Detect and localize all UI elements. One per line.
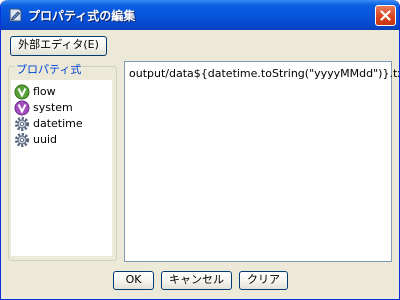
app-icon xyxy=(9,8,22,22)
properties-group-title: プロパティ式 xyxy=(15,63,83,76)
purple-v-icon xyxy=(14,100,30,116)
list-item-label: system xyxy=(33,101,73,114)
cancel-button[interactable]: キャンセル xyxy=(161,271,232,290)
clear-button[interactable]: クリア xyxy=(239,271,288,290)
gear-icon xyxy=(14,132,30,148)
close-icon xyxy=(380,10,391,21)
gear-icon xyxy=(14,116,30,132)
window-title: プロパティ式の編集 xyxy=(28,9,136,23)
list-item-label: datetime xyxy=(33,117,83,130)
title-bar[interactable]: プロパティ式の編集 xyxy=(1,0,399,30)
list-item-label: uuid xyxy=(33,133,57,146)
list-item-label: flow xyxy=(33,85,56,98)
green-v-icon xyxy=(14,84,30,100)
external-editor-button[interactable]: 外部エディタ(E) xyxy=(10,36,107,56)
ok-button[interactable]: OK xyxy=(113,271,154,290)
properties-list[interactable]: flow system datetime uuid xyxy=(11,80,112,256)
expression-editor[interactable]: output/data${datetime.toString("yyyyMMdd… xyxy=(124,61,399,262)
close-button[interactable] xyxy=(375,5,396,26)
expression-text: output/data${datetime.toString("yyyyMMdd… xyxy=(129,67,400,80)
dialog-window: プロパティ式の編集 外部エディタ(E) プロパティ式 flow system d… xyxy=(0,0,400,300)
